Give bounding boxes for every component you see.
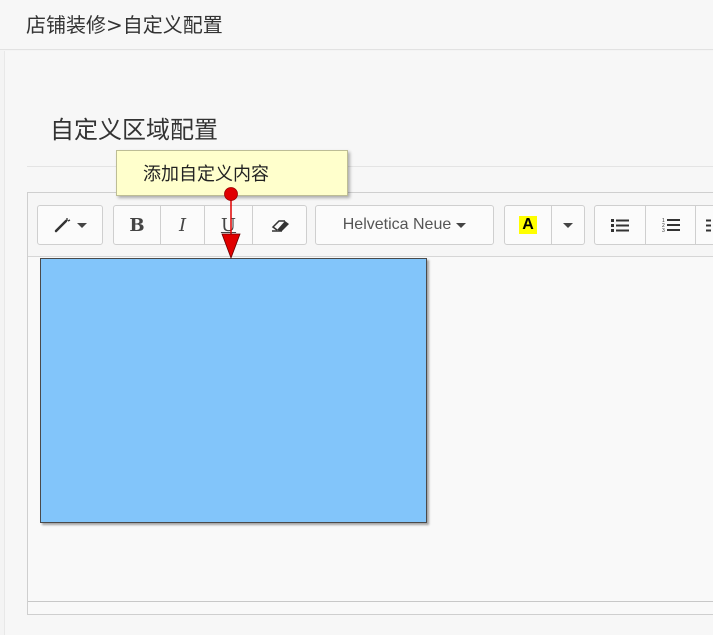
chevron-down-icon [456, 222, 467, 228]
editor-toolbar: B I U Helvetica Neue A 1 2 3 [28, 193, 713, 257]
magic-wand-icon [54, 218, 70, 233]
highlight-color-button[interactable]: A [504, 205, 552, 245]
ordered-list-button[interactable]: 1 2 3 [646, 205, 696, 245]
editor-footer [28, 601, 713, 614]
italic-button[interactable]: I [161, 205, 205, 245]
page-title: 自定义区域配置 [50, 116, 218, 144]
highlight-icon: A [519, 216, 537, 234]
highlight-color-dropdown[interactable] [552, 205, 585, 245]
style-group [37, 205, 103, 245]
highlight-group: A [504, 205, 585, 245]
underline-button[interactable]: U [205, 205, 253, 245]
chevron-down-icon [76, 222, 87, 228]
breadcrumb[interactable]: 店铺装修>自定义配置 [26, 9, 223, 38]
indent-button[interactable] [696, 205, 713, 245]
ordered-list-icon: 1 2 3 [662, 218, 680, 233]
svg-text:3: 3 [662, 228, 665, 233]
unordered-list-icon [611, 219, 629, 232]
list-group: 1 2 3 [594, 205, 713, 245]
eraser-icon [271, 220, 289, 232]
font-group: Helvetica Neue [315, 205, 494, 245]
unordered-list-button[interactable] [594, 205, 646, 245]
list-icon [706, 219, 711, 232]
format-group: B I U [113, 205, 307, 245]
bold-button[interactable]: B [113, 205, 161, 245]
font-family-label: Helvetica Neue [342, 216, 452, 233]
custom-content-block[interactable] [40, 258, 427, 523]
font-family-dropdown[interactable]: Helvetica Neue [315, 205, 494, 245]
eraser-button[interactable] [253, 205, 307, 245]
style-dropdown-button[interactable] [37, 205, 103, 245]
chevron-down-icon [563, 222, 573, 228]
callout-tooltip: 添加自定义内容 [116, 150, 348, 196]
callout-text: 添加自定义内容 [143, 164, 269, 185]
top-bar: 店铺装修>自定义配置 [0, 0, 713, 50]
